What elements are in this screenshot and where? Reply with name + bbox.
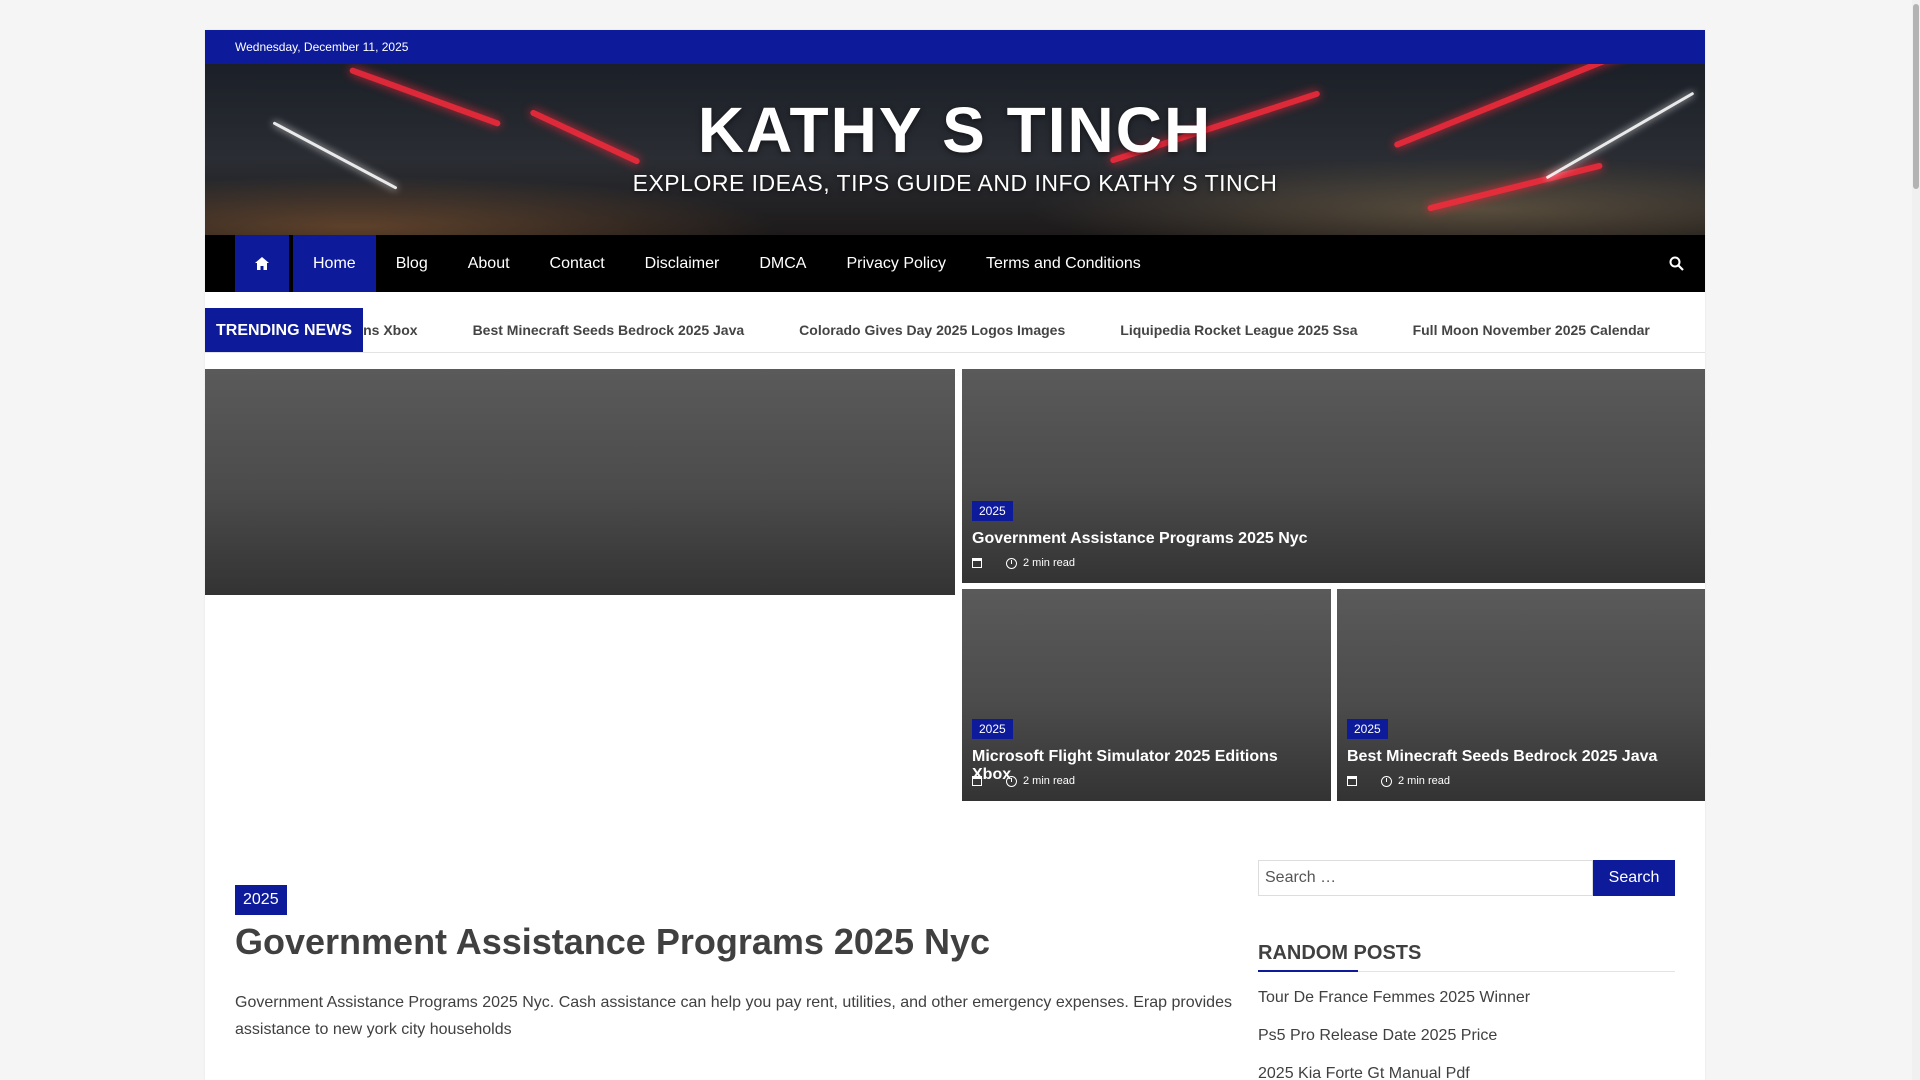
random-posts-title: RANDOM POSTS <box>1258 942 1675 972</box>
trending-item[interactable]: Liquipedia Rocket League 2025 Ssa <box>1120 322 1357 338</box>
post-title[interactable]: Government Assistance Programs 2025 Nyc <box>235 921 1235 963</box>
trending-label: TRENDING NEWS <box>205 308 363 352</box>
random-post-link[interactable]: Ps5 Pro Release Date 2025 Price <box>1258 1024 1675 1062</box>
featured-main-image[interactable] <box>205 369 955 595</box>
trending-ticker: tions Xbox Best Minecraft Seeds Bedrock … <box>346 308 1705 352</box>
sidebar-search-form: Search <box>1258 860 1675 896</box>
nav-disclaimer[interactable]: Disclaimer <box>625 235 740 292</box>
site-description: EXPLORE IDEAS, TIPS GUIDE AND INFO KATHY… <box>632 170 1278 196</box>
page-scrollbar[interactable] <box>1912 0 1920 1080</box>
post-meta: 2 min read <box>972 557 1075 569</box>
site-header: KATHY S TINCH EXPLORE IDEAS, TIPS GUIDE … <box>205 64 1705 235</box>
random-post-link[interactable]: 2025 Kia Forte Gt Manual Pdf <box>1258 1062 1675 1080</box>
featured-post-title[interactable]: Best Minecraft Seeds Bedrock 2025 Java <box>1347 748 1695 766</box>
clock-icon <box>1381 775 1392 787</box>
clock-icon <box>1006 775 1017 787</box>
read-time: 2 min read <box>1023 557 1075 569</box>
site-title[interactable]: KATHY S TINCH <box>205 94 1705 166</box>
trending-item[interactable]: Full Moon November 2025 Calendar <box>1413 322 1650 338</box>
clock-icon <box>1006 557 1017 569</box>
nav-contact[interactable]: Contact <box>530 235 625 292</box>
featured-post-title[interactable]: Government Assistance Programs 2025 Nyc <box>972 530 1695 548</box>
featured-post-card[interactable]: 2025 Microsoft Flight Simulator 2025 Edi… <box>962 589 1331 801</box>
nav-blog[interactable]: Blog <box>376 235 448 292</box>
post-category-badge[interactable]: 2025 <box>235 885 287 915</box>
category-badge[interactable]: 2025 <box>972 719 1013 739</box>
category-badge[interactable]: 2025 <box>972 501 1013 521</box>
featured-post-card[interactable]: 2025 Government Assistance Programs 2025… <box>962 369 1705 583</box>
nav-dmca[interactable]: DMCA <box>739 235 826 292</box>
read-time: 2 min read <box>1398 775 1450 787</box>
search-toggle-button[interactable] <box>1661 235 1691 292</box>
nav-privacy-policy[interactable]: Privacy Policy <box>826 235 966 292</box>
post-meta: 2 min read <box>972 775 1075 787</box>
featured-posts-grid: 2025 Government Assistance Programs 2025… <box>205 369 1705 801</box>
home-icon <box>255 257 269 270</box>
trending-item[interactable]: Best Minecraft Seeds Bedrock 2025 Java <box>473 322 745 338</box>
trending-item[interactable]: Colorado Gives Day 2025 Logos Images <box>799 322 1065 338</box>
sidebar: Search RANDOM POSTS Tour De France Femme… <box>1258 860 1675 1080</box>
featured-post-card[interactable]: 2025 Best Minecraft Seeds Bedrock 2025 J… <box>1337 589 1705 801</box>
read-time: 2 min read <box>1023 775 1075 787</box>
current-date: Wednesday, December 11, 2025 <box>235 40 409 54</box>
page: Wednesday, December 11, 2025 KATHY S TIN… <box>205 30 1705 1080</box>
nav-terms[interactable]: Terms and Conditions <box>966 235 1161 292</box>
nav-about[interactable]: About <box>448 235 530 292</box>
main-navigation: Home Blog About Contact Disclaimer DMCA … <box>205 235 1705 292</box>
scrollbar-thumb[interactable] <box>1913 4 1919 189</box>
category-badge[interactable]: 2025 <box>1347 719 1388 739</box>
calendar-icon <box>972 558 982 568</box>
post-excerpt: Government Assistance Programs 2025 Nyc.… <box>235 994 1232 1038</box>
random-post-link[interactable]: Tour De France Femmes 2025 Winner <box>1258 986 1675 1024</box>
post-meta: 2 min read <box>1347 775 1450 787</box>
random-posts-list: Tour De France Femmes 2025 Winner Ps5 Pr… <box>1258 986 1675 1080</box>
calendar-icon <box>972 776 982 786</box>
search-input[interactable] <box>1258 860 1593 896</box>
post-content: 2025 Government Assistance Programs 2025… <box>235 885 1235 1043</box>
search-icon <box>1669 256 1684 271</box>
trending-news-bar: TRENDING NEWS tions Xbox Best Minecraft … <box>205 308 1705 353</box>
nav-home[interactable]: Home <box>293 235 376 292</box>
top-bar: Wednesday, December 11, 2025 <box>205 30 1705 64</box>
search-button[interactable]: Search <box>1593 860 1675 896</box>
calendar-icon <box>1347 776 1357 786</box>
home-icon-button[interactable] <box>235 235 289 292</box>
